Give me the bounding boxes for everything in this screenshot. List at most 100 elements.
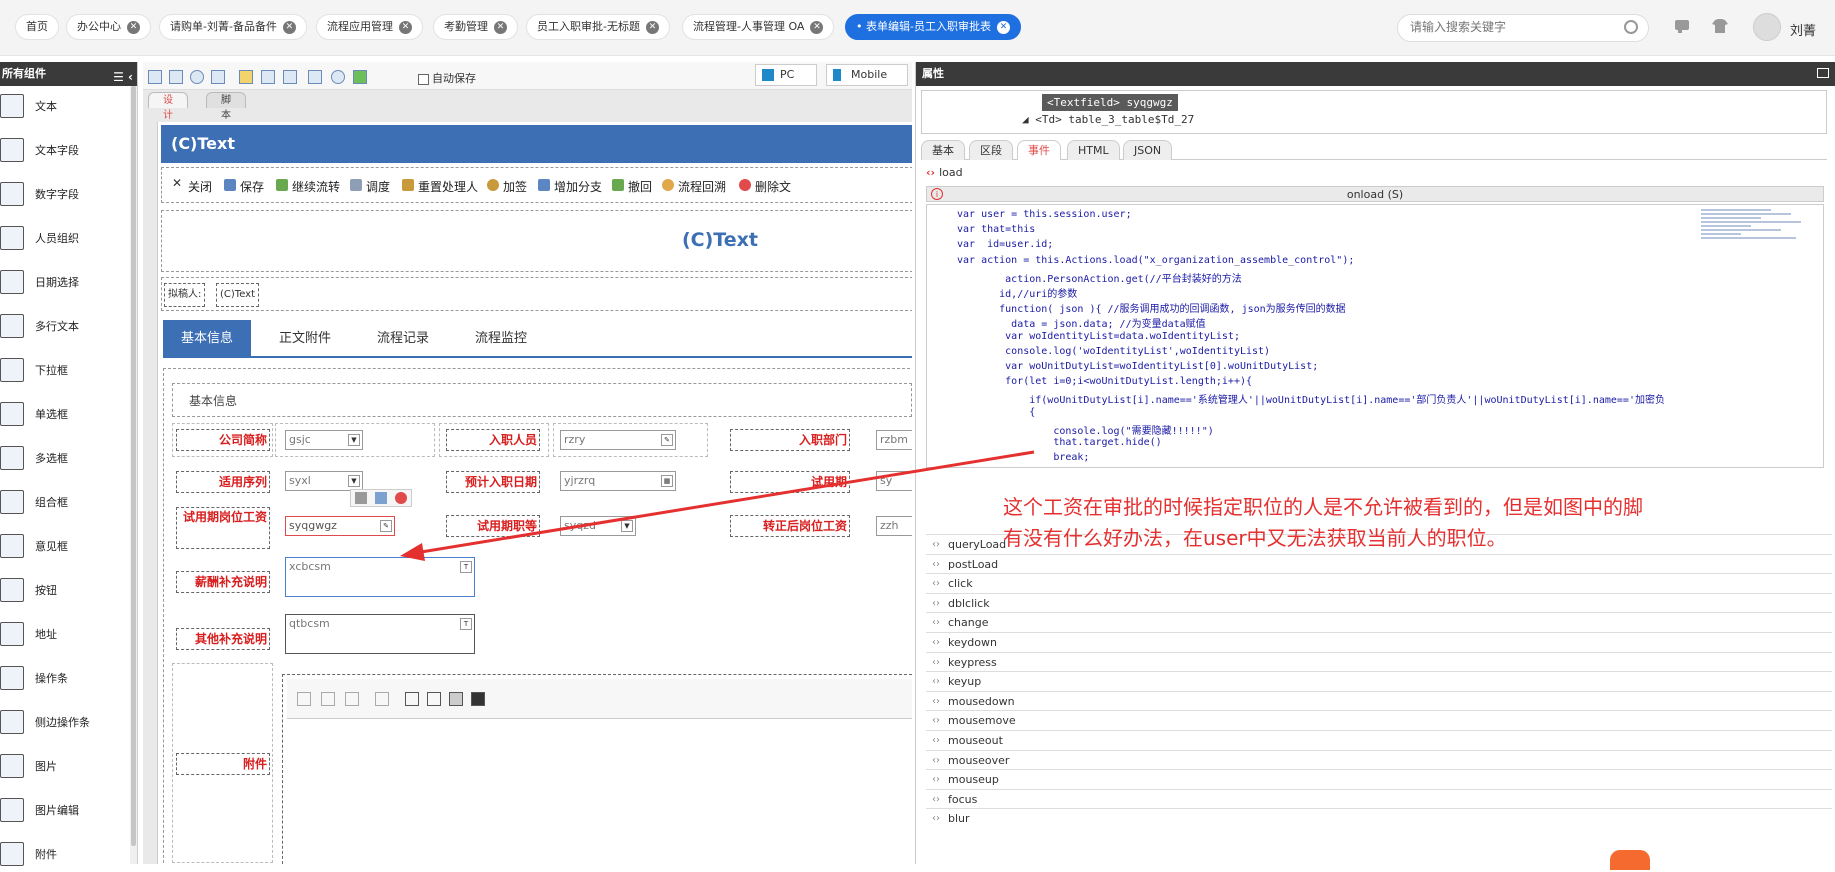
field-label[interactable]: 试用期职等 xyxy=(446,515,540,537)
component-item[interactable]: 附件 xyxy=(0,836,130,872)
field-label[interactable]: 转正后岗位工资 xyxy=(730,515,850,537)
close-icon[interactable]: ✕ xyxy=(282,20,296,34)
close-icon[interactable]: ✕ xyxy=(399,20,412,34)
close-action[interactable]: ✕ 关闭 xyxy=(172,176,212,195)
new-icon[interactable] xyxy=(148,70,162,84)
event-item[interactable]: ‹› mousemove xyxy=(926,710,1832,730)
component-item[interactable]: 文本 xyxy=(0,88,130,124)
tab-home[interactable]: 首页 xyxy=(15,14,59,40)
upload-icon[interactable] xyxy=(297,692,311,706)
form-header[interactable]: (C)Text xyxy=(161,125,912,163)
tab-attendance[interactable]: 考勤管理 ✕ xyxy=(433,14,518,40)
layout-icon[interactable] xyxy=(308,70,322,84)
tab-process-hr[interactable]: 流程管理-人事管理 OA ✕ xyxy=(682,14,835,40)
code-line[interactable]: var user = this.session.user; xyxy=(957,209,1132,220)
info-icon[interactable]: i xyxy=(931,188,943,200)
chevron-down-icon[interactable]: ▼ xyxy=(621,520,633,532)
event-item[interactable]: ‹› keypress xyxy=(926,651,1832,671)
download-icon[interactable] xyxy=(375,692,389,706)
onboard-person-field[interactable]: rzry ✎ xyxy=(560,430,676,450)
code-line[interactable]: console.log("需要隐藏!!!!!") xyxy=(957,422,1213,437)
detail-list-icon[interactable] xyxy=(427,692,441,706)
department-field[interactable]: rzbm xyxy=(876,430,912,450)
reset-handler-action[interactable]: 重置处理人 xyxy=(402,178,478,195)
code-line[interactable]: var woUnitDutyList=woIdentityList[0].woU… xyxy=(957,361,1318,372)
add-sign-action[interactable]: 加签 xyxy=(487,178,527,195)
code-editor[interactable]: var user = this.session.user; var that=th… xyxy=(926,204,1824,468)
chevron-down-icon[interactable]: ▼ xyxy=(348,475,360,487)
company-select[interactable]: gsjc ▼ xyxy=(285,430,363,450)
event-item[interactable]: ‹› dblclick xyxy=(926,592,1832,612)
maximize-icon[interactable] xyxy=(1817,68,1829,78)
floating-badge[interactable] xyxy=(1610,850,1650,870)
code-line[interactable]: var id=user.id; xyxy=(957,239,1053,250)
pc-mode-button[interactable]: PC xyxy=(755,64,817,86)
component-item[interactable]: 地址 xyxy=(0,616,130,652)
code-line[interactable]: action.PersonAction.get(//平台封装好的方法 xyxy=(957,270,1242,285)
edit-icon[interactable]: ✎ xyxy=(380,520,392,532)
search-input[interactable] xyxy=(1410,20,1610,34)
code-minimap[interactable] xyxy=(1701,209,1811,269)
tab-attachments[interactable]: 正文附件 xyxy=(261,320,349,358)
tab-process-app-mgmt[interactable]: 流程应用管理 ✕ xyxy=(316,14,423,40)
event-item[interactable]: ‹› keydown xyxy=(926,632,1832,651)
paste-icon[interactable] xyxy=(283,70,297,84)
mobile-mode-button[interactable]: Mobile xyxy=(826,64,908,86)
close-icon[interactable]: ✕ xyxy=(127,20,140,34)
textarea-icon[interactable]: T xyxy=(460,561,472,573)
component-item[interactable]: 侧边操作条 xyxy=(0,704,130,740)
tab-script[interactable]: 脚本 xyxy=(206,92,246,121)
search-box[interactable] xyxy=(1397,14,1649,42)
image-view-icon[interactable] xyxy=(471,692,485,706)
key-icon[interactable] xyxy=(239,70,253,84)
search-icon[interactable] xyxy=(1624,20,1638,34)
form-action-bar[interactable]: ✕ 关闭 保存 继续流转 调度 重置处理人 加签 增加分支 撤回 流程回溯 删除文 xyxy=(161,167,912,203)
event-item[interactable]: ‹› mouseover xyxy=(926,749,1832,769)
tab-office-center[interactable]: 办公中心 ✕ xyxy=(66,14,151,40)
checkbox-icon[interactable] xyxy=(418,73,429,85)
other-note-textarea[interactable]: qtbcsm T xyxy=(285,614,475,654)
chat-icon[interactable] xyxy=(1673,18,1691,34)
code-line[interactable]: break; xyxy=(957,452,1089,463)
save-action[interactable]: 保存 xyxy=(224,178,264,195)
probation-salary-field[interactable]: syqgwgz ✎ xyxy=(285,516,395,536)
tab-events[interactable]: 事件 xyxy=(1017,140,1061,160)
code-line[interactable]: data = json.data; //为变量data赋值 xyxy=(957,315,1206,330)
component-item[interactable]: 文本字段 xyxy=(0,132,130,168)
code-line[interactable]: var woIdentityList=data.woIdentityList; xyxy=(957,331,1240,342)
field-label[interactable]: 薪酬补充说明 xyxy=(176,571,270,593)
event-load[interactable]: ‹› load xyxy=(926,166,1824,184)
component-item[interactable]: 图片 xyxy=(0,748,130,784)
field-label[interactable]: 其他补充说明 xyxy=(176,628,270,650)
event-item[interactable]: ‹› mousedown xyxy=(926,690,1832,710)
flow-trace-action[interactable]: 流程回溯 xyxy=(662,178,726,195)
textarea-icon[interactable]: T xyxy=(460,618,472,630)
probation-field[interactable]: sy xyxy=(876,471,912,491)
field-label[interactable]: 入职部门 xyxy=(730,429,850,451)
drafter-label[interactable]: 拟稿人: xyxy=(164,283,206,307)
edit-icon[interactable]: ✎ xyxy=(661,434,673,446)
expected-date-field[interactable]: yjrzrq ▦ xyxy=(560,471,676,491)
tab-json[interactable]: JSON xyxy=(1123,140,1173,160)
tree-node-selected[interactable]: <Textfield> syqgwgz xyxy=(1042,94,1178,111)
tab-design[interactable]: 设计 xyxy=(148,92,188,121)
event-item[interactable]: ‹› keyup xyxy=(926,671,1832,691)
save-icon[interactable] xyxy=(169,70,183,84)
salary-note-textarea[interactable]: xcbcsm T xyxy=(285,557,475,597)
event-item[interactable]: ‹› change xyxy=(926,612,1832,632)
user-name[interactable]: 刘菁 xyxy=(1790,20,1816,39)
tab-flow-records[interactable]: 流程记录 xyxy=(359,320,447,358)
grid-icon[interactable] xyxy=(449,692,463,706)
tree-node[interactable]: ◢ <Td> table_3_table$Td_27 xyxy=(1022,113,1194,126)
tab-section[interactable]: 区段 xyxy=(969,140,1013,160)
component-item[interactable]: 图片编辑 xyxy=(0,792,130,828)
component-item[interactable]: 组合框 xyxy=(0,484,130,520)
form-title-area[interactable]: (C)Text xyxy=(161,210,912,272)
tree-expand-icon[interactable]: ◢ xyxy=(1022,113,1035,126)
list-icon[interactable] xyxy=(405,692,419,706)
tab-purchase-request[interactable]: 请购单-刘菁-备品备件 ✕ xyxy=(159,14,307,40)
section-title[interactable]: 基本信息 xyxy=(172,383,912,417)
preview-icon[interactable] xyxy=(190,70,204,84)
edit-icon[interactable] xyxy=(345,692,359,706)
export-icon[interactable] xyxy=(353,70,367,84)
